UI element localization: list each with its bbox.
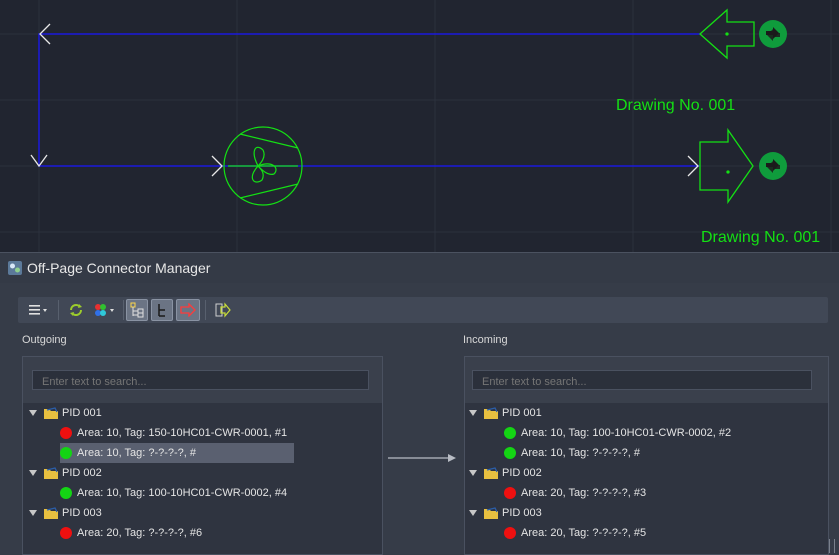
tree-branch-button[interactable]: [151, 299, 173, 321]
item-label: Area: 20, Tag: ?-?-?-?, #5: [521, 527, 647, 539]
status-error-icon: [504, 487, 516, 499]
connector-status-icon: [759, 152, 787, 180]
group-label: PID 003: [502, 507, 542, 519]
refresh-icon: [70, 304, 82, 316]
item-label: Area: 10, Tag: ?-?-?-?, #: [521, 447, 641, 459]
tree-item[interactable]: Area: 20, Tag: ?-?-?-?, #5: [504, 523, 646, 543]
folder-icon: [44, 466, 58, 479]
export-button[interactable]: [210, 299, 234, 321]
app-icon: [8, 261, 22, 275]
title-bar[interactable]: Off-Page Connector Manager: [0, 253, 839, 283]
folder-icon: [44, 406, 58, 419]
expand-arrow-icon[interactable]: [469, 470, 477, 476]
connector-arrow-icon: [180, 303, 196, 317]
item-label: Area: 10, Tag: 100-10HC01-CWR-0002, #2: [521, 427, 732, 439]
grid: [0, 0, 839, 252]
window-title: Off-Page Connector Manager: [27, 260, 211, 276]
status-error-icon: [60, 427, 72, 439]
tree-group-pid-003[interactable]: PID 003: [469, 503, 542, 523]
tree-item[interactable]: Area: 10, Tag: ?-?-?-?, #: [504, 443, 640, 463]
expand-arrow-icon[interactable]: [469, 510, 477, 516]
tree-branch-icon: [158, 304, 165, 317]
tree-group-pid-002[interactable]: PID 002: [29, 463, 102, 483]
tree-group-pid-002[interactable]: PID 002: [469, 463, 542, 483]
status-ok-icon: [60, 447, 72, 459]
status-error-icon: [504, 527, 516, 539]
outgoing-label: Outgoing: [22, 334, 67, 346]
folder-icon: [484, 406, 498, 419]
tree-item-selected[interactable]: Area: 10, Tag: ?-?-?-?, #: [60, 443, 294, 463]
status-ok-icon: [504, 427, 516, 439]
item-label: Area: 10, Tag: 150-10HC01-CWR-0001, #1: [77, 427, 288, 439]
export-icon: [215, 302, 231, 318]
outgoing-search-input[interactable]: [32, 370, 369, 390]
tree-view-icon: [130, 302, 144, 318]
incoming-search-bar: [465, 357, 828, 403]
incoming-search-input[interactable]: [472, 370, 812, 390]
status-ok-icon: [60, 487, 72, 499]
outgoing-pane: PID 001 Area: 10, Tag: 150-10HC01-CWR-00…: [22, 356, 383, 555]
status-ok-icon: [504, 447, 516, 459]
toolbar: [18, 297, 828, 323]
group-label: PID 002: [502, 467, 542, 479]
expand-arrow-icon[interactable]: [29, 410, 37, 416]
expand-arrow-icon[interactable]: [29, 470, 37, 476]
tree-view-button[interactable]: [126, 299, 148, 321]
connector-status-icon: [759, 20, 787, 48]
folder-icon: [44, 506, 58, 519]
tree-group-pid-001[interactable]: PID 001: [29, 403, 102, 423]
tree-group-pid-001[interactable]: PID 001: [469, 403, 542, 423]
incoming-label: Incoming: [463, 334, 508, 346]
connector-manager-panel: Off-Page Connector Manager Outgoing Inco…: [0, 252, 839, 555]
link-arrow-icon: [388, 454, 456, 462]
drawing-label: Drawing No. 001: [701, 229, 820, 246]
drawing-svg: Drawing No. 001 Drawing No. 001: [0, 0, 839, 252]
toolbar-separator: [205, 300, 206, 320]
tree-item[interactable]: Area: 20, Tag: ?-?-?-?, #3: [504, 483, 646, 503]
outgoing-search-bar: [23, 357, 382, 403]
color-button[interactable]: [90, 299, 120, 321]
folder-icon: [484, 506, 498, 519]
toolbar-separator: [58, 300, 59, 320]
menu-button[interactable]: [24, 299, 52, 321]
menu-icon: [29, 305, 47, 315]
toolbar-separator: [123, 300, 124, 320]
item-label: Area: 10, Tag: ?-?-?-?, #: [77, 447, 197, 459]
group-label: PID 002: [62, 467, 102, 479]
resize-grip-icon[interactable]: [829, 539, 835, 553]
item-label: Area: 10, Tag: 100-10HC01-CWR-0002, #4: [77, 487, 288, 499]
tree-group-pid-003[interactable]: PID 003: [29, 503, 102, 523]
item-label: Area: 20, Tag: ?-?-?-?, #6: [77, 527, 203, 539]
incoming-pane: PID 001 Area: 10, Tag: 100-10HC01-CWR-00…: [464, 356, 829, 555]
expand-arrow-icon[interactable]: [469, 410, 477, 416]
drawing-label: Drawing No. 001: [616, 97, 735, 114]
expand-arrow-icon[interactable]: [29, 510, 37, 516]
tree-item[interactable]: Area: 10, Tag: 150-10HC01-CWR-0001, #1: [60, 423, 287, 443]
group-label: PID 001: [502, 407, 542, 419]
group-label: PID 001: [62, 407, 102, 419]
connector-arrow-button[interactable]: [176, 299, 200, 321]
status-error-icon: [60, 527, 72, 539]
refresh-button[interactable]: [64, 299, 88, 321]
tree-item[interactable]: Area: 10, Tag: 100-10HC01-CWR-0002, #2: [504, 423, 731, 443]
color-icon: [95, 304, 114, 316]
folder-icon: [484, 466, 498, 479]
pump-icon[interactable]: [223, 126, 303, 206]
item-label: Area: 20, Tag: ?-?-?-?, #3: [521, 487, 647, 499]
drawing-canvas[interactable]: Drawing No. 001 Drawing No. 001: [0, 0, 839, 252]
group-label: PID 003: [62, 507, 102, 519]
tree-item[interactable]: Area: 10, Tag: 100-10HC01-CWR-0002, #4: [60, 483, 287, 503]
tree-item[interactable]: Area: 20, Tag: ?-?-?-?, #6: [60, 523, 202, 543]
